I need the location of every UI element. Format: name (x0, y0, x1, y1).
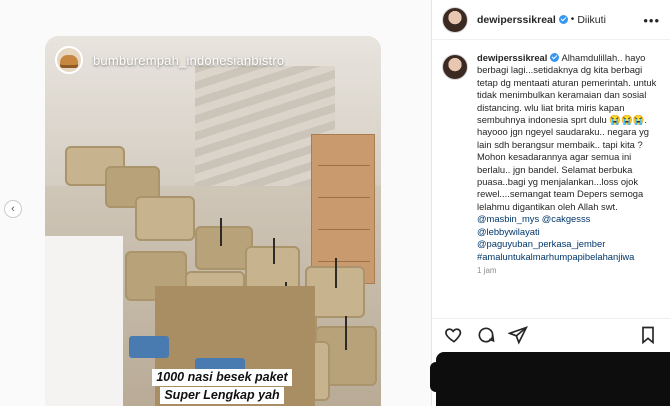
caption-comment: dewiperssikreal Alhamdulillah.. hayo ber… (442, 52, 666, 277)
author-username[interactable]: dewiperssikreal (477, 14, 568, 26)
post-header: dewiperssikreal • Diikuti ••• (432, 0, 670, 40)
mention-link[interactable]: @paguyuban_perkasa_jember (477, 238, 663, 250)
bag-strap (273, 238, 275, 264)
like-heart-icon[interactable] (444, 325, 464, 345)
verified-badge-icon (558, 14, 568, 24)
comment-username[interactable]: dewiperssikreal (477, 52, 547, 63)
separator-dot: • (570, 14, 575, 25)
caption-line-2: Super Lengkap yah (160, 387, 284, 404)
share-send-icon[interactable] (507, 325, 528, 345)
bag-strap (335, 258, 337, 288)
food-logo-icon (60, 55, 78, 65)
story-caption: 1000 nasi besek paket Super Lengkap yah … (137, 368, 307, 406)
white-pillar (45, 236, 123, 406)
story-video[interactable]: bumburempah_indonesianbistro 1000 nasi b… (45, 36, 381, 406)
bag-strap (220, 218, 222, 246)
more-options-icon[interactable]: ••• (643, 13, 660, 28)
action-bar (432, 318, 670, 352)
save-bookmark-icon[interactable] (638, 325, 658, 345)
hashtag-link[interactable]: #amaluntukalmarhumpapibelahanjiwa (477, 251, 663, 263)
bag-strap (345, 316, 347, 350)
post-sidebar: dewiperssikreal • Diikuti ••• dewiperssi… (432, 0, 670, 406)
comment-avatar[interactable] (442, 54, 468, 80)
previous-arrow-icon[interactable]: ‹ (4, 200, 22, 218)
caption-line-1: 1000 nasi besek paket (152, 369, 292, 386)
comment-text: dewiperssikreal Alhamdulillah.. hayo ber… (477, 52, 663, 277)
story-username[interactable]: bumburempah_indonesianbistro (93, 53, 284, 68)
media-panel: bumburempah_indonesianbistro 1000 nasi b… (0, 0, 432, 406)
comment-bubble-icon[interactable] (476, 325, 496, 345)
instagram-post-view: bumburempah_indonesianbistro 1000 nasi b… (0, 0, 670, 406)
mention-link[interactable]: @masbin_mys @cakgesss (477, 213, 663, 225)
author-username-text[interactable]: dewiperssikreal (477, 14, 556, 26)
author-avatar[interactable] (442, 6, 468, 33)
mention-link[interactable]: @lebbywilayati (477, 226, 663, 238)
food-bag (135, 196, 195, 241)
wooden-cabinet (311, 134, 375, 284)
post-timestamp: 1 jam (477, 265, 497, 275)
redaction-overlay (430, 352, 670, 406)
blue-packets (129, 336, 169, 358)
story-header[interactable]: bumburempah_indonesianbistro (55, 46, 284, 74)
story-avatar[interactable] (55, 46, 83, 74)
follow-status[interactable]: Diikuti (577, 14, 606, 26)
verified-badge-icon (550, 53, 560, 62)
comment-body: Alhamdulillah.. hayo berbagi lagi...seti… (477, 52, 657, 212)
